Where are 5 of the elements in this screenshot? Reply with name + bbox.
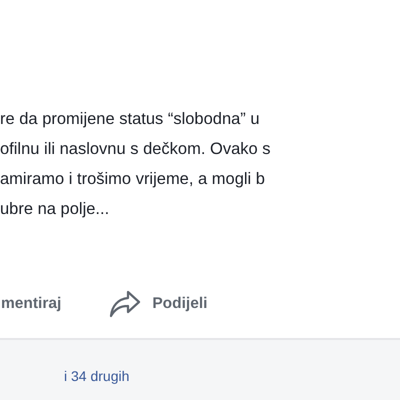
- reactions-summary[interactable]: i 34 drugih: [64, 368, 130, 384]
- share-icon: [109, 290, 142, 318]
- comment-button[interactable]: mentiraj: [1, 295, 62, 313]
- share-button[interactable]: Podijeli: [109, 290, 208, 318]
- post-text: re da promijene status “slobodna” u ofilnu ili naslovnu s dečkom. Ovako s amiramo i trošimo vrijeme, a mogli b ubre na polje...: [0, 109, 271, 220]
